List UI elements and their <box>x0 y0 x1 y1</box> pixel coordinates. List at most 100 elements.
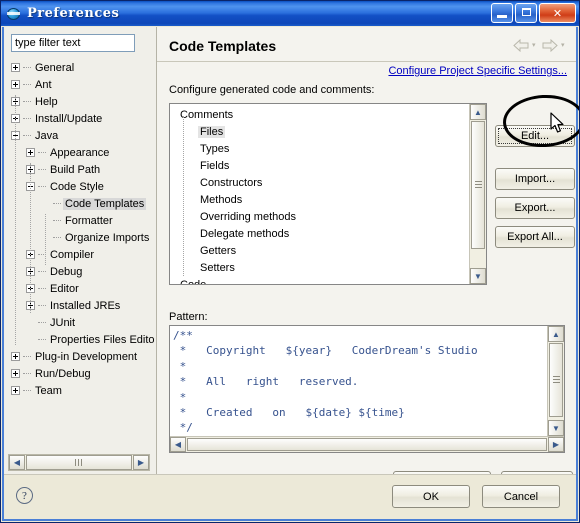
sidebar-item-code-style[interactable]: Code Style <box>4 178 156 195</box>
template-item-fields[interactable]: Fields <box>170 157 469 174</box>
template-item-code[interactable]: Code <box>170 276 469 285</box>
export-all-button[interactable]: Export All... <box>495 226 575 248</box>
sidebar-item-plug-in-development[interactable]: Plug-in Development <box>4 348 156 365</box>
template-item-methods[interactable]: Methods <box>170 191 469 208</box>
close-button[interactable]: ✕ <box>539 3 576 23</box>
preferences-main-panel: Code Templates ▾ ▾ Configure Project Spe… <box>157 27 576 493</box>
sidebar-item-debug[interactable]: Debug <box>4 263 156 280</box>
template-item-label: Files <box>198 125 226 138</box>
chevron-down-icon[interactable]: ▾ <box>561 42 568 49</box>
expand-icon[interactable] <box>11 369 20 378</box>
sidebar-item-label: Code Style <box>50 180 104 193</box>
template-item-setters[interactable]: Setters <box>170 259 469 276</box>
tree-connector <box>23 389 31 392</box>
window-title: Preferences <box>27 6 120 21</box>
expand-icon[interactable] <box>11 63 20 72</box>
sidebar-item-installed-jres[interactable]: Installed JREs <box>4 297 156 314</box>
edit-button[interactable]: Edit... <box>495 125 575 147</box>
template-item-label: Comments <box>180 108 234 121</box>
scroll-left-icon[interactable]: ◀ <box>170 437 186 452</box>
back-arrow-icon[interactable] <box>513 39 529 52</box>
help-icon[interactable]: ? <box>16 487 33 504</box>
sidebar-item-organize-imports[interactable]: Organize Imports <box>4 229 156 246</box>
minimize-button[interactable] <box>491 3 513 23</box>
navigation-arrows: ▾ ▾ <box>513 39 568 52</box>
pattern-vertical-scrollbar[interactable]: ▲ ▼ <box>547 326 564 436</box>
sidebar-item-install-update[interactable]: Install/Update <box>4 110 156 127</box>
template-item-label: Methods <box>200 193 243 206</box>
export-button[interactable]: Export... <box>495 197 575 219</box>
sidebar-item-label: Formatter <box>65 214 113 227</box>
sidebar-item-compiler[interactable]: Compiler <box>4 246 156 263</box>
scrollbar-thumb[interactable] <box>549 343 563 417</box>
scroll-down-icon[interactable]: ▼ <box>548 420 564 436</box>
sidebar-horizontal-scrollbar[interactable]: ◀ ▶ <box>8 454 150 471</box>
template-item-delegate-methods[interactable]: Delegate methods <box>170 225 469 242</box>
sidebar-item-label: JUnit <box>50 316 76 329</box>
scrollbar-track[interactable] <box>548 342 564 420</box>
tree-guide-line <box>45 214 47 265</box>
sidebar-item-help[interactable]: Help <box>4 93 156 110</box>
sidebar-item-team[interactable]: Team <box>4 382 156 399</box>
scrollbar-thumb[interactable] <box>471 121 485 249</box>
tree-connector <box>38 321 46 324</box>
tree-connector <box>23 117 31 120</box>
filter-input[interactable] <box>11 34 135 52</box>
scrollbar-thumb[interactable] <box>187 438 547 451</box>
tree-guide-line <box>30 163 32 313</box>
sidebar-item-label: Ant <box>35 78 52 91</box>
template-item-label: Fields <box>200 159 230 172</box>
tree-connector <box>23 372 31 375</box>
pattern-preview-box[interactable]: /** * Copyright ${year} CoderDream's Stu… <box>169 325 565 453</box>
restore-button[interactable] <box>515 3 537 23</box>
sidebar-item-junit[interactable]: JUnit <box>4 314 156 331</box>
sidebar-item-general[interactable]: General <box>4 59 156 76</box>
scroll-right-icon[interactable]: ▶ <box>548 437 564 452</box>
scroll-right-icon[interactable]: ▶ <box>133 455 149 470</box>
template-item-getters[interactable]: Getters <box>170 242 469 259</box>
tree-connector <box>38 185 46 188</box>
scrollbar-track[interactable] <box>470 120 486 268</box>
sidebar-item-label: Properties Files Edito <box>50 333 155 346</box>
sidebar-item-code-templates[interactable]: Code Templates <box>4 195 156 212</box>
listbox-vertical-scrollbar[interactable]: ▲ ▼ <box>469 104 486 284</box>
scroll-up-icon[interactable]: ▲ <box>470 104 486 120</box>
template-item-label: Setters <box>200 261 235 274</box>
sidebar-item-properties-files-edito[interactable]: Properties Files Edito <box>4 331 156 348</box>
cancel-button[interactable]: Cancel <box>482 485 560 508</box>
configure-project-settings-link[interactable]: Configure Project Specific Settings... <box>388 65 567 77</box>
template-item-overriding-methods[interactable]: Overriding methods <box>170 208 469 225</box>
forward-arrow-icon[interactable] <box>542 39 558 52</box>
sidebar-item-label: Build Path <box>50 163 101 176</box>
import-button[interactable]: Import... <box>495 168 575 190</box>
scroll-left-icon[interactable]: ◀ <box>9 455 25 470</box>
template-item-files[interactable]: Files <box>170 123 469 140</box>
sidebar-item-appearance[interactable]: Appearance <box>4 144 156 161</box>
sidebar-item-java[interactable]: Java <box>4 127 156 144</box>
code-template-listbox[interactable]: Comments Files Types Fields Constructors Meth… <box>169 103 487 285</box>
sidebar-item-ant[interactable]: Ant <box>4 76 156 93</box>
preferences-tree[interactable]: General Ant Help Install/Update Java Appearan… <box>4 59 156 449</box>
template-item-comments[interactable]: Comments <box>170 106 469 123</box>
sidebar-item-run-debug[interactable]: Run/Debug <box>4 365 156 382</box>
template-item-constructors[interactable]: Constructors <box>170 174 469 191</box>
button-label: Import... <box>514 173 556 185</box>
sidebar-item-formatter[interactable]: Formatter <box>4 212 156 229</box>
scroll-down-icon[interactable]: ▼ <box>470 268 486 284</box>
dialog-footer: ? OK Cancel <box>4 474 576 519</box>
code-template-tree[interactable]: Comments Files Types Fields Constructors Meth… <box>170 104 469 285</box>
expand-icon[interactable] <box>11 386 20 395</box>
sidebar-item-editor[interactable]: Editor <box>4 280 156 297</box>
expand-icon[interactable] <box>26 148 35 157</box>
scrollbar-thumb[interactable] <box>26 455 132 470</box>
chevron-down-icon[interactable]: ▾ <box>532 42 539 49</box>
sidebar-item-build-path[interactable]: Build Path <box>4 161 156 178</box>
pattern-horizontal-scrollbar[interactable]: ◀ ▶ <box>170 436 564 452</box>
focus-ring <box>498 128 572 144</box>
expand-icon[interactable] <box>11 80 20 89</box>
globe-icon <box>6 6 22 22</box>
template-item-types[interactable]: Types <box>170 140 469 157</box>
scroll-up-icon[interactable]: ▲ <box>548 326 564 342</box>
ok-button[interactable]: OK <box>392 485 470 508</box>
expand-icon[interactable] <box>11 352 20 361</box>
